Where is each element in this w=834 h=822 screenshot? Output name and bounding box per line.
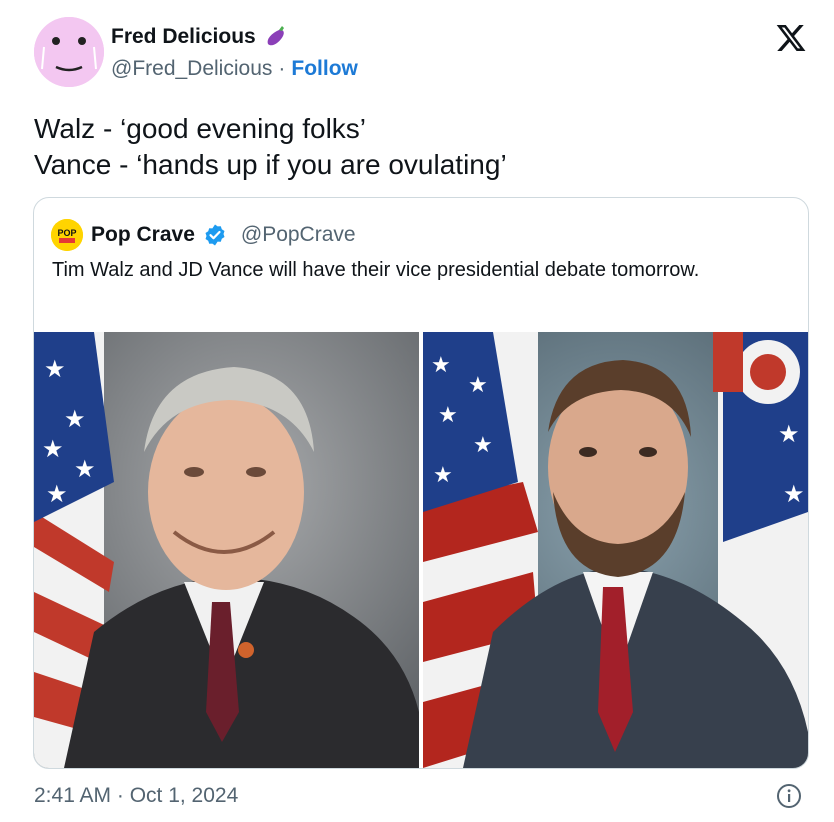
quoted-media[interactable]: ★ ★ ★ ★ ★ ★ ★ ★ ★ ★ ★ ★ — [34, 332, 808, 768]
quoted-avatar[interactable]: POP — [51, 219, 83, 251]
avatar-face-icon — [34, 17, 104, 87]
svg-text:★: ★ — [431, 352, 451, 377]
follow-button[interactable]: Follow — [291, 57, 358, 81]
svg-text:★: ★ — [74, 456, 96, 483]
svg-text:★: ★ — [473, 432, 493, 457]
svg-text:★: ★ — [778, 421, 800, 448]
vance-photo[interactable]: ★ ★ ★ ★ ★ ★ ★ — [423, 332, 808, 768]
author-display-name[interactable]: Fred Delicious — [111, 25, 256, 49]
pop-crave-avatar-text: POP — [57, 228, 76, 238]
info-icon[interactable] — [776, 783, 802, 809]
svg-text:★: ★ — [46, 481, 68, 508]
tweet-text: Walz - ‘good evening folks’ Vance - ‘han… — [34, 111, 507, 183]
svg-text:★: ★ — [783, 481, 805, 508]
tweet-timestamp[interactable]: 2:41 AM · Oct 1, 2024 — [34, 784, 238, 808]
walz-photo[interactable]: ★ ★ ★ ★ ★ — [34, 332, 419, 768]
tweet-line: Walz - ‘good evening folks’ — [34, 113, 367, 144]
quoted-header: POP Pop Crave @PopCrave — [51, 219, 356, 251]
verified-badge-icon — [203, 223, 227, 247]
svg-text:★: ★ — [44, 356, 66, 383]
svg-text:★: ★ — [433, 462, 453, 487]
x-logo-icon[interactable] — [775, 22, 807, 54]
author-name-row: Fred Delicious — [111, 24, 288, 50]
quoted-tweet[interactable]: POP Pop Crave @PopCrave Tim Walz and JD … — [33, 197, 809, 769]
svg-text:★: ★ — [438, 402, 458, 427]
quoted-name[interactable]: Pop Crave — [91, 223, 195, 247]
pop-crave-logo-icon: POP — [51, 219, 83, 251]
svg-text:★: ★ — [468, 372, 488, 397]
tweet-card: Fred Delicious @Fred_Delicious · Follow … — [0, 0, 834, 822]
svg-text:★: ★ — [64, 406, 86, 433]
author-handle[interactable]: @Fred_Delicious — [111, 57, 272, 81]
eggplant-icon — [262, 24, 288, 50]
avatar[interactable] — [34, 17, 104, 87]
quoted-handle[interactable]: @PopCrave — [241, 223, 356, 247]
svg-text:★: ★ — [42, 436, 64, 463]
author-handle-row: @Fred_Delicious · Follow — [111, 57, 358, 81]
tweet-line: Vance - ‘hands up if you are ovulating’ — [34, 149, 507, 180]
quoted-text: Tim Walz and JD Vance will have their vi… — [52, 259, 700, 281]
separator-dot: · — [278, 57, 286, 80]
